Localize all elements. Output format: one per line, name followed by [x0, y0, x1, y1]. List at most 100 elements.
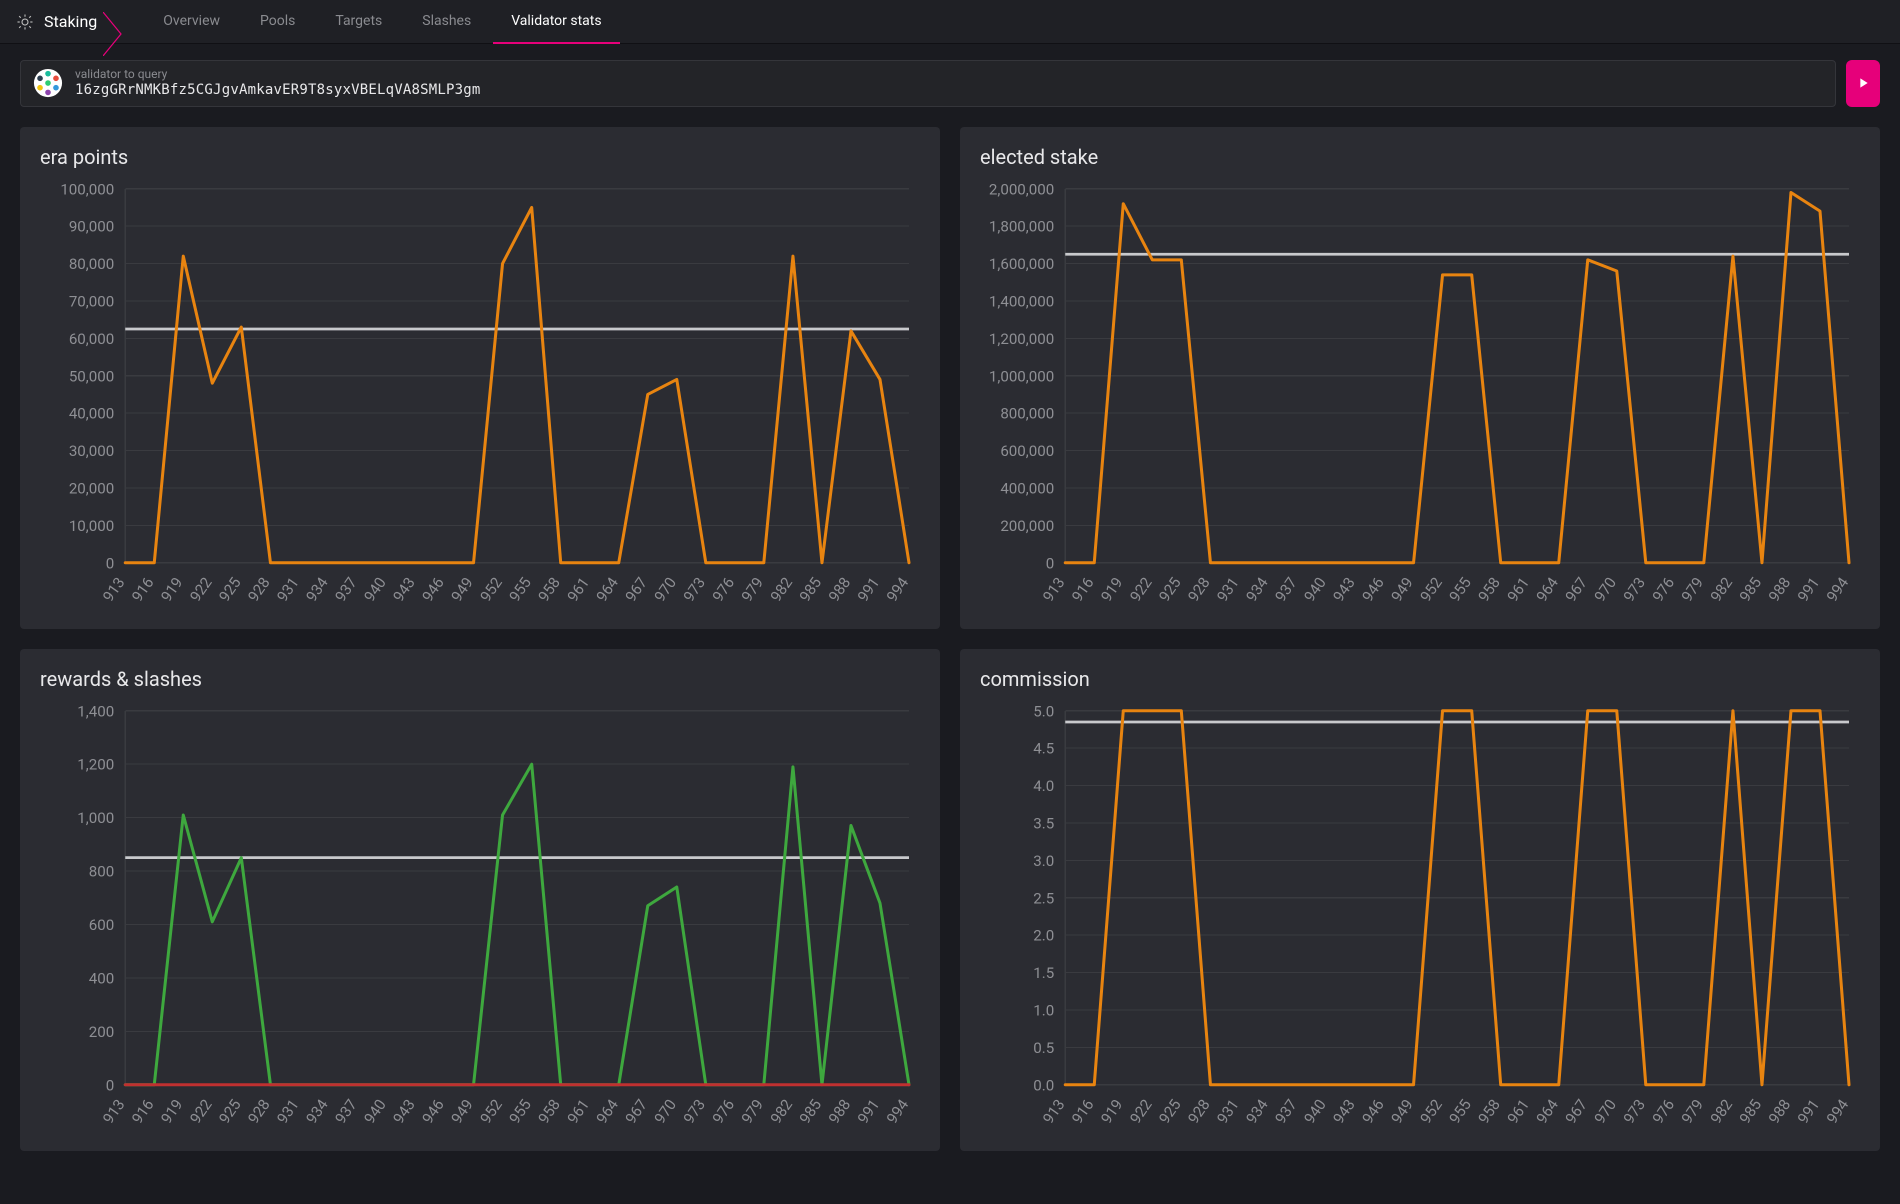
svg-text:0.0: 0.0 — [1033, 1076, 1054, 1094]
chart-era-points: 010,00020,00030,00040,00050,00060,00070,… — [40, 175, 920, 615]
play-icon — [1855, 75, 1871, 91]
svg-text:952: 952 — [477, 1095, 506, 1126]
svg-text:979: 979 — [738, 573, 767, 604]
svg-text:955: 955 — [1446, 573, 1475, 604]
svg-text:2.0: 2.0 — [1033, 926, 1054, 944]
svg-text:967: 967 — [1562, 1095, 1591, 1126]
svg-text:80,000: 80,000 — [69, 255, 114, 273]
svg-text:1,600,000: 1,600,000 — [989, 255, 1054, 273]
svg-text:800: 800 — [89, 862, 114, 880]
svg-text:931: 931 — [273, 573, 302, 604]
brand-divider-icon — [103, 12, 125, 56]
svg-text:70,000: 70,000 — [69, 292, 114, 310]
svg-text:982: 982 — [1707, 573, 1736, 604]
svg-text:985: 985 — [1736, 573, 1765, 604]
svg-text:922: 922 — [1126, 1095, 1155, 1126]
svg-text:913: 913 — [99, 1095, 128, 1126]
svg-text:988: 988 — [825, 1095, 854, 1126]
identicon — [33, 68, 63, 98]
svg-text:961: 961 — [1504, 1095, 1533, 1126]
svg-text:964: 964 — [593, 1095, 623, 1127]
svg-text:961: 961 — [1504, 573, 1533, 604]
chart-wrap: 010,00020,00030,00040,00050,00060,00070,… — [40, 175, 920, 615]
svg-text:931: 931 — [1213, 1095, 1242, 1126]
tab-slashes[interactable]: Slashes — [404, 0, 489, 44]
svg-text:4.0: 4.0 — [1033, 777, 1054, 795]
svg-text:991: 991 — [1794, 573, 1823, 604]
svg-text:985: 985 — [1736, 1095, 1765, 1126]
svg-text:3.0: 3.0 — [1033, 851, 1054, 869]
svg-text:600: 600 — [89, 915, 114, 933]
svg-text:979: 979 — [1678, 573, 1707, 604]
svg-text:937: 937 — [1271, 1095, 1300, 1126]
svg-text:949: 949 — [447, 573, 476, 604]
svg-text:961: 961 — [564, 1095, 593, 1126]
svg-text:919: 919 — [157, 573, 186, 604]
svg-text:937: 937 — [1271, 573, 1300, 604]
brand[interactable]: Staking — [16, 12, 125, 31]
svg-text:943: 943 — [389, 1095, 418, 1126]
svg-text:1,800,000: 1,800,000 — [989, 217, 1054, 235]
svg-text:30,000: 30,000 — [69, 442, 114, 460]
tab-label: Pools — [260, 13, 295, 29]
svg-text:952: 952 — [1417, 573, 1446, 604]
svg-text:934: 934 — [302, 1095, 332, 1127]
svg-text:60,000: 60,000 — [69, 329, 114, 347]
svg-text:2.5: 2.5 — [1033, 889, 1054, 907]
svg-text:922: 922 — [186, 573, 215, 604]
svg-text:943: 943 — [1329, 573, 1358, 604]
tab-label: Slashes — [422, 13, 471, 29]
svg-text:949: 949 — [447, 1095, 476, 1126]
svg-text:925: 925 — [1155, 573, 1184, 604]
svg-text:946: 946 — [1358, 1095, 1387, 1126]
svg-text:5.0: 5.0 — [1033, 702, 1054, 720]
svg-text:916: 916 — [1068, 573, 1097, 604]
svg-text:967: 967 — [622, 1095, 651, 1126]
svg-text:800,000: 800,000 — [1000, 404, 1054, 422]
query-row: validator to query 16zgGRrNMKBfz5CGJgvAm… — [0, 44, 1900, 115]
panel-commission: commission0.00.51.01.52.02.53.03.54.04.5… — [960, 649, 1880, 1151]
svg-text:934: 934 — [1242, 1095, 1272, 1127]
svg-text:1,200,000: 1,200,000 — [989, 329, 1054, 347]
svg-text:949: 949 — [1387, 1095, 1416, 1126]
svg-text:955: 955 — [506, 573, 535, 604]
tab-overview[interactable]: Overview — [145, 0, 238, 44]
svg-text:916: 916 — [128, 1095, 157, 1126]
svg-text:964: 964 — [593, 573, 623, 605]
svg-text:970: 970 — [1591, 1095, 1620, 1126]
svg-text:973: 973 — [1620, 1095, 1649, 1126]
top-nav: Staking Overview Pools Targets Slashes Valid… — [0, 0, 1900, 44]
svg-text:1,000,000: 1,000,000 — [989, 367, 1054, 385]
panel-title: commission — [980, 667, 1860, 691]
svg-text:991: 991 — [854, 573, 883, 604]
svg-text:994: 994 — [1823, 573, 1853, 605]
svg-text:982: 982 — [767, 573, 796, 604]
svg-text:919: 919 — [157, 1095, 186, 1126]
svg-text:913: 913 — [1039, 573, 1068, 604]
svg-text:928: 928 — [1184, 1095, 1213, 1126]
svg-text:940: 940 — [1300, 573, 1329, 604]
svg-text:200: 200 — [89, 1022, 114, 1040]
brand-icon — [16, 13, 34, 31]
svg-text:967: 967 — [1562, 573, 1591, 604]
svg-text:1.0: 1.0 — [1033, 1001, 1054, 1019]
run-query-button[interactable] — [1846, 60, 1880, 107]
svg-text:988: 988 — [1765, 573, 1794, 604]
svg-text:928: 928 — [244, 1095, 273, 1126]
svg-text:970: 970 — [1591, 573, 1620, 604]
tabs: Overview Pools Targets Slashes Validator sta… — [145, 0, 619, 44]
validator-query-input[interactable]: validator to query 16zgGRrNMKBfz5CGJgvAm… — [20, 60, 1836, 107]
svg-text:0: 0 — [1046, 554, 1055, 572]
svg-text:976: 976 — [709, 573, 738, 604]
svg-text:1,200: 1,200 — [77, 755, 114, 773]
svg-text:976: 976 — [1649, 573, 1678, 604]
tab-pools[interactable]: Pools — [242, 0, 313, 44]
chart-wrap: 0200,000400,000600,000800,0001,000,0001,… — [980, 175, 1860, 615]
svg-text:946: 946 — [418, 1095, 447, 1126]
svg-text:600,000: 600,000 — [1000, 442, 1054, 460]
svg-text:988: 988 — [825, 573, 854, 604]
tab-targets[interactable]: Targets — [317, 0, 400, 44]
svg-text:20,000: 20,000 — [69, 479, 114, 497]
svg-text:90,000: 90,000 — [69, 217, 114, 235]
tab-validator-stats[interactable]: Validator stats — [493, 0, 619, 44]
